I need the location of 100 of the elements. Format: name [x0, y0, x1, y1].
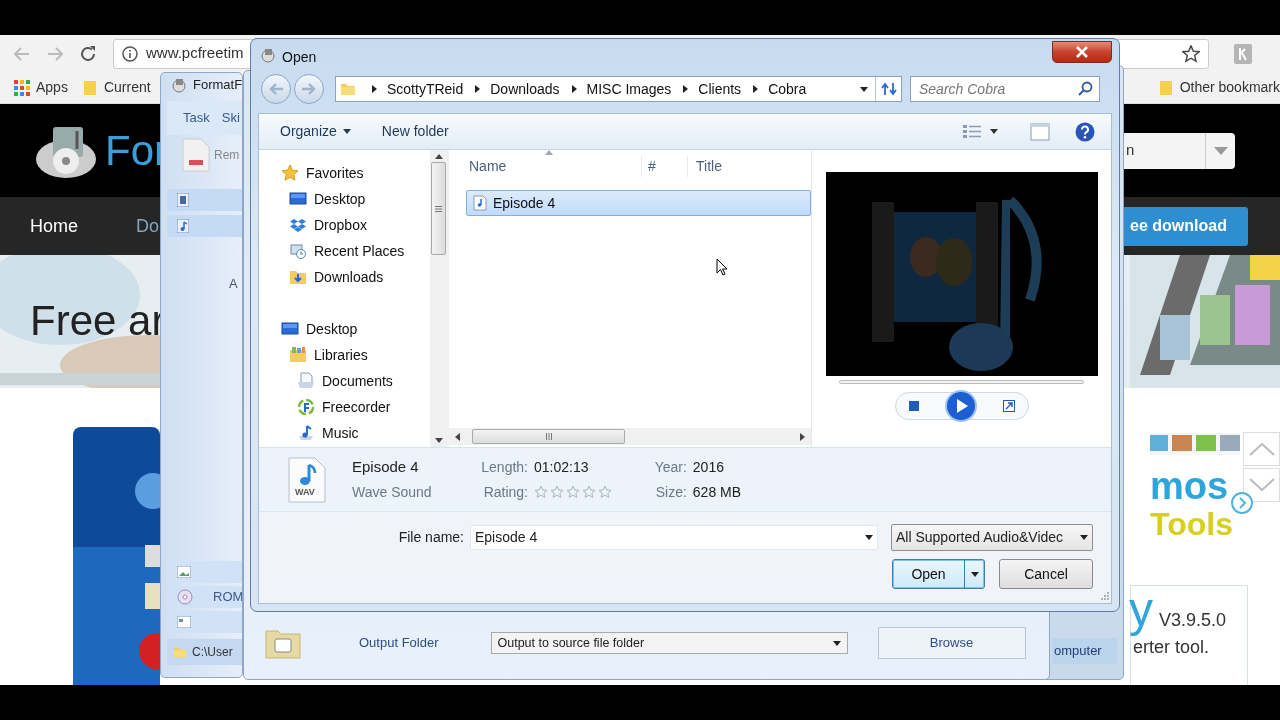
chevron-down-icon [1248, 478, 1275, 492]
dialog-button[interactable]: Cancel [999, 559, 1093, 589]
address-bar[interactable]: ScottyTReid Downloads MISC Images Clients Cobra [335, 76, 902, 102]
reload-icon[interactable] [78, 43, 98, 64]
caret-icon [434, 438, 443, 443]
nav-link[interactable]: Do [136, 212, 160, 240]
list-item[interactable]: ROM [167, 586, 242, 608]
column-header[interactable]: Title [687, 156, 722, 177]
seek-bar[interactable] [839, 380, 1084, 384]
tree-item[interactable]: Recent Places [259, 238, 430, 264]
scroll-up-button[interactable] [1243, 432, 1280, 466]
scroll-thumb[interactable] [431, 162, 446, 255]
stop-icon[interactable] [908, 401, 919, 411]
bookmark[interactable]: Apps [14, 77, 68, 98]
breadcrumb-item[interactable]: MISC Images [582, 78, 676, 100]
caret-icon [342, 129, 351, 134]
tree-item[interactable]: Downloads [259, 264, 430, 290]
scrollbar[interactable] [430, 150, 447, 447]
list-item[interactable] [167, 189, 242, 211]
back-button[interactable] [261, 74, 291, 104]
external-open-icon[interactable] [1002, 400, 1015, 412]
output-folder-icon[interactable] [265, 627, 301, 659]
caret-icon [1080, 534, 1088, 540]
column-header[interactable]: Name [469, 156, 641, 177]
star-icon[interactable] [534, 485, 548, 499]
scroll-thumb[interactable] [472, 429, 625, 444]
window-title: Open [282, 48, 317, 67]
tree-item[interactable]: Documents [259, 368, 430, 394]
organize-menu[interactable]: Organize [271, 117, 360, 146]
file-row[interactable]: Episode 4 [466, 190, 811, 216]
chevron-right-icon [683, 85, 689, 93]
bookmark[interactable]: Current [81, 77, 151, 98]
audio-file-icon [177, 219, 189, 233]
property-label: Length: [480, 457, 528, 477]
file-type-dropdown[interactable]: All Supported Audio&Videc [891, 523, 1093, 551]
play-icon[interactable] [944, 390, 977, 422]
dropbox-icon [289, 216, 307, 234]
bookmark[interactable]: Other bookmark [1157, 77, 1280, 98]
output-dropdown[interactable]: Output to source file folder [490, 632, 848, 654]
browse-button[interactable]: Browse [877, 627, 1026, 659]
sidebar-item[interactable]: omputer [1052, 638, 1117, 664]
help-icon[interactable] [1075, 121, 1095, 142]
breadcrumb-item[interactable]: Downloads [486, 78, 564, 100]
scroll-down-button[interactable] [1243, 468, 1280, 502]
file-name-box[interactable]: Episode 4 [470, 524, 878, 550]
property-value: 2016 [692, 457, 725, 477]
tree-item[interactable]: Favorites [259, 160, 430, 186]
resize-grip-icon[interactable] [1100, 591, 1109, 600]
info-icon [122, 45, 138, 62]
chevron-right-icon [372, 85, 377, 93]
search-field[interactable]: Search Cobra [919, 78, 1069, 100]
close-icon [1075, 46, 1089, 58]
tree-item[interactable]: Libraries [259, 342, 430, 368]
scrollbar[interactable] [449, 428, 811, 445]
bookmark-star-icon[interactable] [1182, 44, 1200, 63]
app-icon [260, 47, 276, 63]
document-icon [177, 616, 191, 628]
chevron-right-icon [753, 85, 759, 93]
file-icon [181, 138, 211, 172]
back-arrow-icon [268, 82, 284, 96]
star-icon[interactable] [582, 485, 596, 499]
breadcrumb-item[interactable]: Clients [694, 78, 746, 100]
menu-item[interactable]: Ski [221, 108, 240, 128]
window-title: FormatF [193, 76, 242, 95]
caret-icon [860, 86, 868, 92]
audio-file-icon [473, 195, 487, 211]
tree-item[interactable]: Music [259, 420, 430, 446]
split-button[interactable]: Open [892, 559, 985, 589]
promo-subtitle: Tools [1150, 508, 1233, 540]
star-icon[interactable] [566, 485, 580, 499]
star-icon[interactable] [550, 485, 564, 499]
column-header[interactable]: # [641, 156, 687, 177]
tree-item[interactable]: Freecorder [259, 394, 430, 420]
caret-icon [970, 571, 979, 577]
forward-button[interactable] [294, 74, 324, 104]
download-button[interactable]: ee download [1124, 206, 1248, 246]
tree-item[interactable]: Desktop [259, 316, 430, 342]
file-type-label: WAV [295, 487, 315, 497]
star-icon[interactable] [598, 485, 612, 499]
field-label: File name: [398, 527, 464, 547]
preview-pane-icon[interactable] [1030, 122, 1050, 141]
file-name-field[interactable]: Episode 4 [475, 526, 865, 548]
close-button[interactable] [1052, 41, 1112, 63]
breadcrumb-item[interactable]: ScottyTReid [383, 78, 468, 100]
toolbar-button[interactable]: New folder [372, 117, 458, 146]
version-text: V3.9.5.0 [1159, 609, 1227, 632]
caret-icon [865, 534, 873, 540]
breadcrumb-item[interactable]: Cobra [764, 78, 811, 100]
path-field[interactable]: C:\User [167, 639, 242, 665]
recent-places-icon [289, 242, 307, 260]
nav-link[interactable]: Home [30, 212, 78, 240]
extension-icon[interactable] [1234, 43, 1252, 64]
property-label: Size: [654, 482, 687, 502]
search-box[interactable]: Search Cobra [910, 76, 1100, 102]
menu-item[interactable]: Task [183, 108, 210, 128]
url-text: www.pcfreetim [146, 43, 244, 64]
view-options-icon[interactable] [963, 123, 981, 140]
chevron-right-icon [571, 85, 577, 93]
tree-item[interactable]: Desktop [259, 186, 430, 212]
tree-item[interactable]: Dropbox [259, 212, 430, 238]
